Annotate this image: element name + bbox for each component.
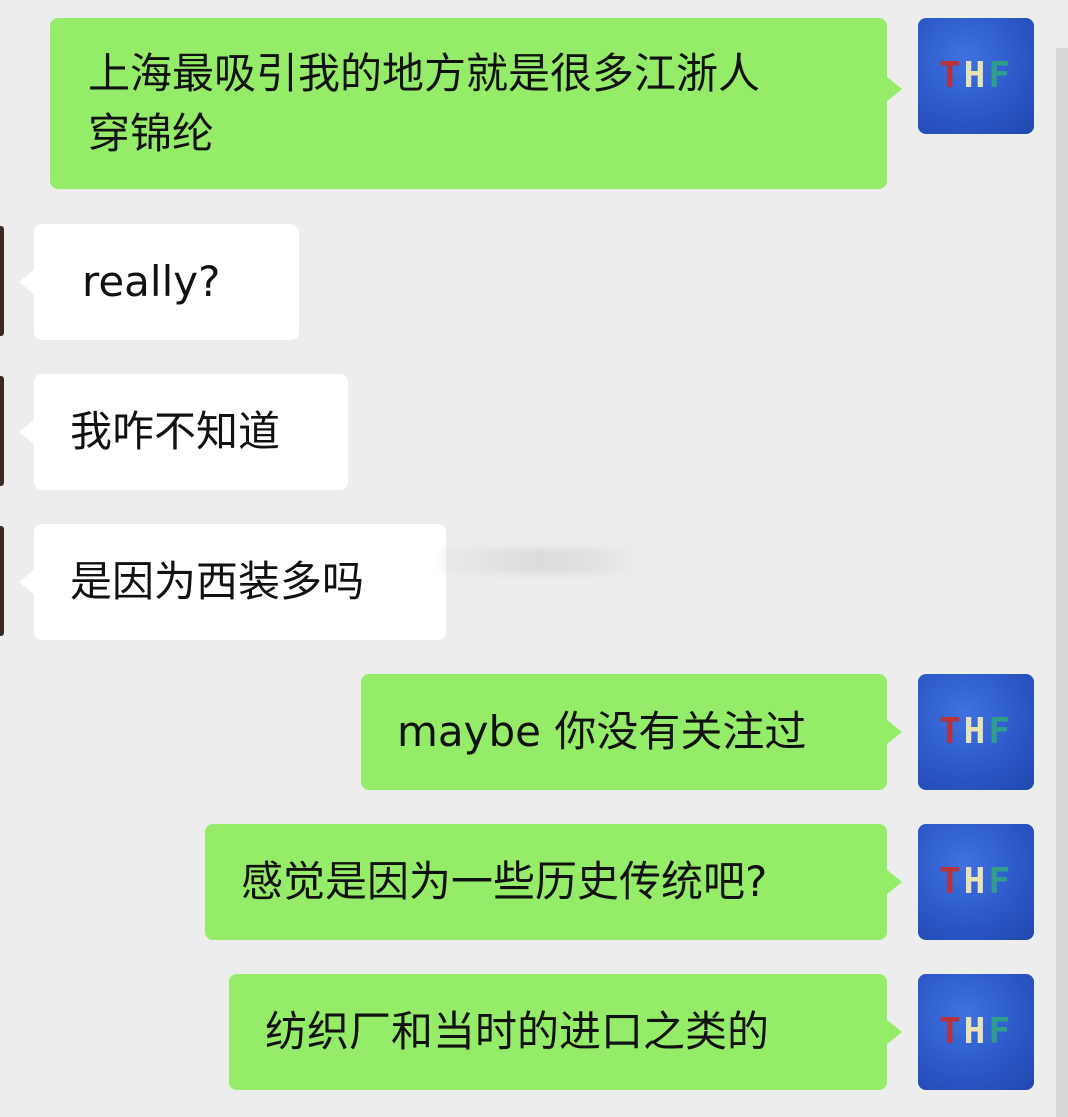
message-bubble-sent[interactable]: maybe 你没有关注过 xyxy=(361,674,902,790)
bubble-tail xyxy=(886,869,902,895)
message-text: 上海最吸引我的地方就是很多江浙人 穿锦纶 xyxy=(88,49,761,158)
peer-avatar[interactable] xyxy=(0,226,4,336)
message-text: really? xyxy=(82,257,221,306)
message-text: 我咋不知道 xyxy=(70,407,281,456)
message-text: 感觉是因为一些历史传统吧? xyxy=(241,857,768,906)
bubble-tail xyxy=(19,569,35,595)
bubble-tail xyxy=(886,719,902,745)
avatar-thf-icon[interactable]: THF xyxy=(918,18,1034,134)
message-bubble-sent[interactable]: 上海最吸引我的地方就是很多江浙人 穿锦纶 xyxy=(50,18,902,189)
avatar-monogram: THF xyxy=(938,1011,1014,1052)
bubble-tail xyxy=(19,419,35,445)
message-text: maybe 你没有关注过 xyxy=(397,707,807,756)
message-bubble-sent[interactable]: 纺织厂和当时的进口之类的 xyxy=(229,974,902,1090)
message-text: 是因为西装多吗 xyxy=(70,557,365,606)
avatar-thf-icon[interactable]: THF xyxy=(918,974,1034,1090)
peer-avatar[interactable] xyxy=(0,526,4,636)
avatar-thf-icon[interactable]: THF xyxy=(918,674,1034,790)
avatar-monogram: THF xyxy=(938,55,1014,96)
avatar-monogram: THF xyxy=(938,711,1014,752)
message-bubble-received[interactable]: really? xyxy=(19,224,299,340)
message-bubble-received[interactable]: 我咋不知道 xyxy=(19,374,348,490)
avatar-monogram: THF xyxy=(938,861,1014,902)
avatar-thf-icon[interactable]: THF xyxy=(918,824,1034,940)
message-bubble-sent[interactable]: 感觉是因为一些历史传统吧? xyxy=(205,824,902,940)
scrollbar[interactable] xyxy=(1056,48,1068,1117)
message-text: 纺织厂和当时的进口之类的 xyxy=(265,1007,770,1056)
bubble-tail xyxy=(19,269,35,295)
peer-avatar[interactable] xyxy=(0,376,4,486)
bubble-tail xyxy=(886,1019,902,1045)
message-bubble-received[interactable]: 是因为西装多吗 xyxy=(19,524,446,640)
bubble-tail xyxy=(886,76,902,102)
blurred-region xyxy=(440,548,636,574)
